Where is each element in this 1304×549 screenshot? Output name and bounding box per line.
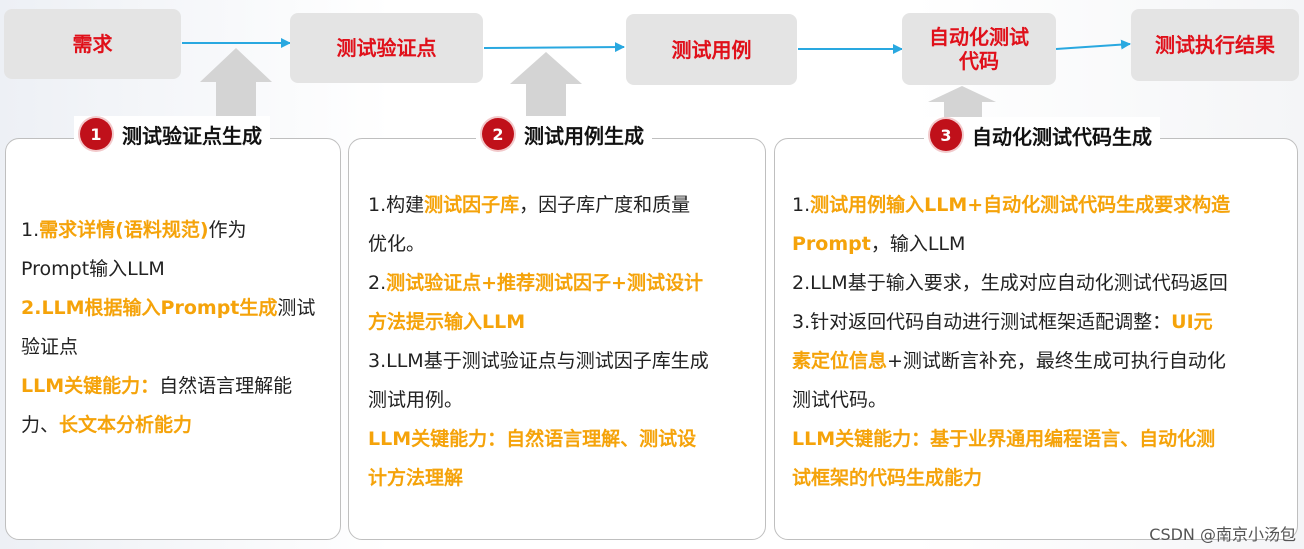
body-text-segment: 2.: [368, 272, 387, 294]
body-text-segment: ，因子库广度和质量: [519, 194, 691, 216]
highlight-text: UI元: [1171, 311, 1213, 333]
flow-step-verification-points: 测试验证点: [290, 13, 483, 83]
card-2-title: 测试用例生成: [524, 123, 644, 148]
card-1-header: 1 测试验证点生成: [74, 116, 270, 152]
card-text-line: 2.LLM根据输入Prompt生成测试: [21, 289, 337, 328]
body-text-segment: 3.针对返回代码自动进行测试框架适配调整：: [792, 311, 1172, 333]
card-text-line: Prompt输入LLM: [21, 250, 337, 289]
card-3-header: 3 自动化测试代码生成: [924, 117, 1160, 153]
card-text-line: 试框架的代码生成能力: [792, 459, 1296, 498]
card-2-body: 1.构建测试因子库，因子库广度和质量优化。 2.测试验证点+推荐测试因子+测试设计…: [368, 186, 764, 498]
card-text-line: 验证点: [21, 328, 337, 367]
highlight-text: 2.LLM根据输入Prompt生成: [21, 297, 278, 319]
flow-step-requirement: 需求: [4, 9, 181, 79]
body-text-segment: 1.: [792, 194, 811, 216]
card-2-header: 2 测试用例生成: [476, 116, 652, 152]
card-text-line: 3.LLM基于测试验证点与测试因子库生成: [368, 342, 764, 381]
body-text-segment: 1.构建: [368, 194, 425, 216]
card-text-line: 2.测试验证点+推荐测试因子+测试设计: [368, 264, 764, 303]
step-number-badge: 2: [482, 118, 514, 150]
highlight-text: 试框架的代码生成能力: [792, 467, 983, 489]
flow-arrow-2: [483, 42, 625, 53]
csdn-watermark: CSDN @南京小汤包: [1149, 525, 1296, 544]
card-text-line: LLM关键能力：自然语言理解、测试设: [368, 420, 764, 459]
body-text-segment: Prompt输入LLM: [21, 258, 165, 280]
highlight-text: Prompt: [792, 233, 871, 255]
highlight-text: 需求详情(语料规范): [39, 219, 209, 241]
card-text-line: 素定位信息+测试断言补充，最终生成可执行自动化: [792, 342, 1296, 381]
body-text-segment: 自然语言理解能: [159, 375, 293, 397]
step-number-badge: 3: [930, 119, 962, 151]
card-text-line: 1.需求详情(语料规范)作为: [21, 211, 337, 250]
card-text-line: 力、长文本分析能力: [21, 406, 337, 445]
body-text-segment: 力、: [21, 414, 60, 436]
step-number-badge: 1: [80, 118, 112, 150]
flow-step-execution-results: 测试执行结果: [1131, 9, 1299, 81]
card-text-line: 2.LLM基于输入要求，生成对应自动化测试代码返回: [792, 264, 1296, 303]
body-text-segment: 作为: [208, 219, 247, 241]
highlight-text: 测试用例输入LLM+自动化测试代码生成要求构造: [810, 194, 1231, 216]
body-text-segment: 2.LLM基于输入要求，生成对应自动化测试代码返回: [792, 272, 1228, 294]
highlight-text: 计方法理解: [368, 467, 464, 489]
up-block-arrow-1: [200, 48, 272, 120]
card-text-line: 1.构建测试因子库，因子库广度和质量: [368, 186, 764, 225]
body-text-segment: +测试断言补充，最终生成可执行自动化: [887, 350, 1226, 372]
flow-step-automation-code: 自动化测试代码: [902, 13, 1056, 85]
flow-arrow-4: [1055, 39, 1131, 50]
body-text-segment: 1.: [21, 219, 40, 241]
body-text-segment: ，输入LLM: [870, 233, 966, 255]
body-text-segment: 测试代码。: [792, 389, 888, 411]
highlight-text: 测试因子库: [424, 194, 520, 216]
card-text-line: LLM关键能力：基于业界通用编程语言、自动化测: [792, 420, 1296, 459]
flow-step-test-cases: 测试用例: [626, 14, 797, 85]
card-text-line: 1.测试用例输入LLM+自动化测试代码生成要求构造: [792, 186, 1296, 225]
highlight-text: LLM关键能力：: [21, 375, 160, 397]
body-text-segment: 测试: [277, 297, 316, 319]
body-text-segment: 测试用例。: [368, 389, 464, 411]
up-block-arrow-3: [928, 86, 996, 120]
body-text-segment: 验证点: [21, 336, 79, 358]
card-1-body: 1.需求详情(语料规范)作为 Prompt输入LLM 2.LLM根据输入Prompt…: [21, 211, 337, 445]
card-3-title: 自动化测试代码生成: [972, 124, 1152, 149]
card-text-line: 测试代码。: [792, 381, 1296, 420]
card-text-line: 测试用例。: [368, 381, 764, 420]
highlight-text: 方法提示输入LLM: [368, 311, 526, 333]
card-text-line: 计方法理解: [368, 459, 764, 498]
card-text-line: 3.针对返回代码自动进行测试框架适配调整：UI元: [792, 303, 1296, 342]
card-3-body: 1.测试用例输入LLM+自动化测试代码生成要求构造 Prompt，输入LLM 2.L…: [792, 186, 1296, 498]
card-text-line: Prompt，输入LLM: [792, 225, 1296, 264]
highlight-text: 长文本分析能力: [59, 414, 193, 436]
highlight-text: 素定位信息: [792, 350, 888, 372]
highlight-text: LLM关键能力：自然语言理解、测试设: [368, 428, 697, 450]
card-text-line: LLM关键能力：自然语言理解能: [21, 367, 337, 406]
body-text-segment: 优化。: [368, 233, 426, 255]
highlight-text: 测试验证点+推荐测试因子+测试设计: [386, 272, 703, 294]
card-1-title: 测试验证点生成: [122, 123, 262, 148]
card-text-line: 优化。: [368, 225, 764, 264]
up-block-arrow-2: [510, 52, 582, 120]
card-text-line: 方法提示输入LLM: [368, 303, 764, 342]
highlight-text: LLM关键能力：基于业界通用编程语言、自动化测: [792, 428, 1216, 450]
body-text-segment: 3.LLM基于测试验证点与测试因子库生成: [368, 350, 709, 372]
